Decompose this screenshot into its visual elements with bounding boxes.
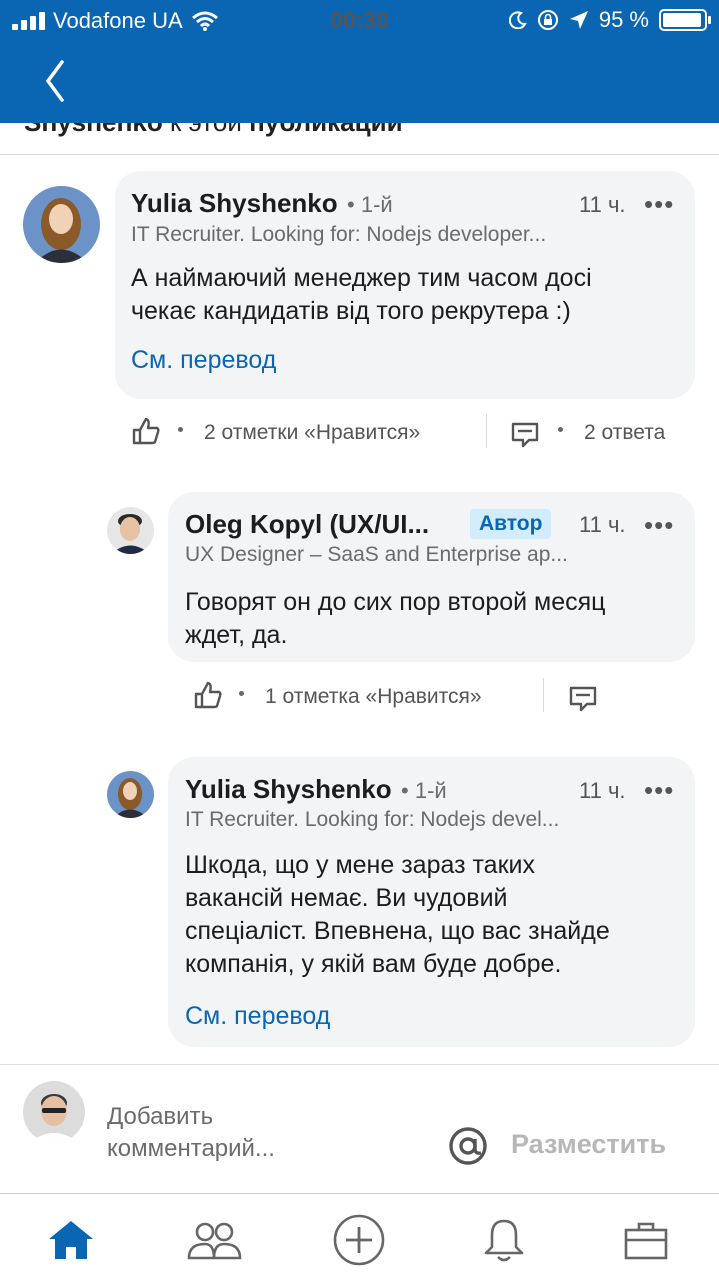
rotation-lock-icon	[537, 10, 558, 30]
commenter-name[interactable]: Yulia Shyshenko	[185, 774, 392, 805]
heading-middle: к этой	[163, 123, 249, 137]
post-icon[interactable]	[327, 1214, 391, 1266]
like-icon[interactable]	[131, 416, 161, 446]
heading-suffix: публикации	[249, 123, 403, 137]
comment-text: Говорят он до сих пор второй месяц ждет, …	[185, 588, 606, 649]
reply-icon[interactable]	[511, 422, 539, 448]
jobs-icon[interactable]	[614, 1214, 678, 1266]
back-icon[interactable]	[36, 56, 76, 106]
tab-bar	[0, 1193, 719, 1280]
top-bar: Vodafone UA 00:30 95 %	[0, 0, 719, 123]
see-translation-link[interactable]: См. перевод	[185, 1002, 330, 1031]
post-button[interactable]: Разместить	[511, 1129, 666, 1160]
replies-count[interactable]: 2 ответа	[584, 421, 665, 445]
like-icon[interactable]	[193, 680, 223, 710]
see-translation-link[interactable]: См. перевод	[131, 346, 276, 375]
avatar[interactable]	[23, 186, 100, 263]
mention-icon[interactable]	[448, 1126, 488, 1166]
comment-text: А наймаючий менеджер тим часом досі чекає…	[131, 264, 592, 325]
comment-text: Шкода, що у мене зараз таких вакансій нем…	[185, 851, 610, 978]
commenter-name[interactable]: Oleg Kopyl (UX/UI...	[185, 509, 429, 540]
avatar	[23, 1081, 85, 1143]
comment-actions: 2 отметки «Нравится» 2 ответа	[131, 414, 691, 454]
reactions-heading: Shyshenko к этой публикации	[0, 123, 719, 155]
avatar[interactable]	[107, 771, 154, 818]
likes-count[interactable]: 2 отметки «Нравится»	[204, 421, 420, 445]
commenter-headline: IT Recruiter. Looking for: Nodejs develo…	[131, 223, 547, 246]
commenter-name[interactable]: Yulia Shyshenko	[131, 188, 338, 219]
add-comment-bar: Добавить комментарий... Разместить	[0, 1064, 719, 1194]
comment-time: 11 ч.	[579, 192, 626, 217]
heading-name: Shyshenko	[24, 123, 163, 137]
reply-icon[interactable]	[569, 686, 597, 712]
moon-icon	[508, 11, 527, 29]
network-icon[interactable]	[182, 1214, 246, 1266]
avatar[interactable]	[107, 507, 154, 554]
author-badge: Автор	[470, 509, 552, 539]
comment-input[interactable]: Добавить комментарий...	[107, 1101, 275, 1165]
status-bar: Vodafone UA 00:30 95 %	[0, 0, 719, 40]
comment-time: 11 ч.	[579, 512, 626, 537]
comment-time: 11 ч.	[579, 778, 626, 803]
likes-count[interactable]: 1 отметка «Нравится»	[265, 685, 482, 709]
more-options-icon[interactable]: •••	[644, 512, 674, 538]
connection-degree: • 1-й	[401, 778, 447, 803]
home-icon[interactable]	[39, 1214, 103, 1266]
commenter-headline: IT Recruiter. Looking for: Nodejs devel.…	[185, 808, 560, 831]
location-icon	[569, 11, 588, 29]
more-options-icon[interactable]: •••	[644, 777, 674, 803]
notifications-icon[interactable]	[472, 1214, 536, 1266]
battery-icon	[659, 9, 711, 31]
more-options-icon[interactable]: •••	[644, 191, 674, 217]
comment-actions: 1 отметка «Нравится»	[193, 678, 613, 718]
connection-degree: • 1-й	[347, 192, 393, 217]
battery-percent: 95 %	[598, 7, 649, 32]
commenter-headline: UX Designer – SaaS and Enterprise ap...	[185, 543, 568, 566]
